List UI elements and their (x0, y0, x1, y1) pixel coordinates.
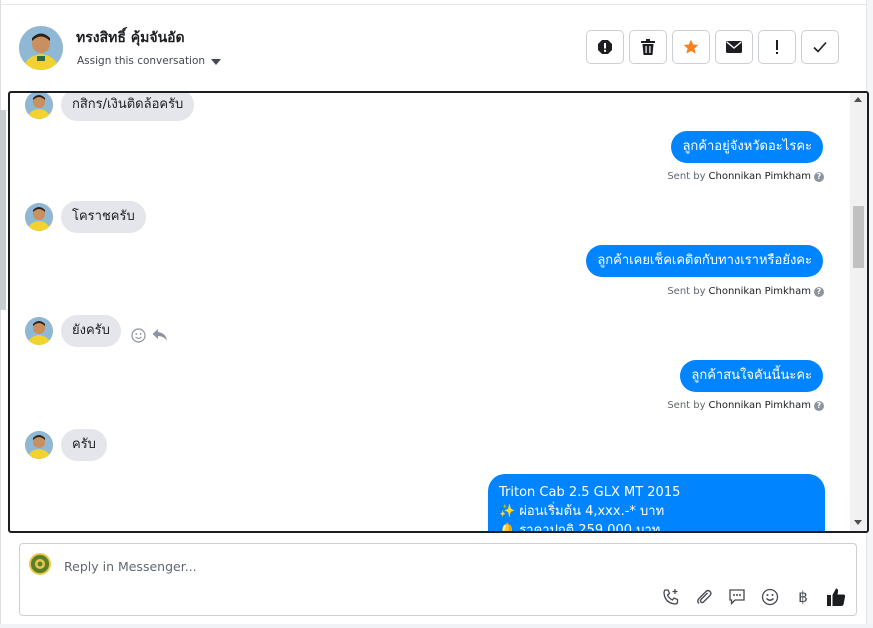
outgoing-message: ลูกค้าสนใจคันนี้นะคะ (680, 360, 823, 392)
left-scroll-rail[interactable] (0, 110, 6, 310)
sent-by-prefix: Sent by (667, 171, 706, 182)
call-add-icon[interactable] (661, 587, 681, 607)
help-icon[interactable]: ? (814, 400, 824, 411)
incoming-message: กสิกร/เงินติดล้อครับ (25, 93, 195, 121)
message-tools (131, 327, 168, 343)
follow-up-button[interactable] (758, 30, 796, 64)
message-bubble: ครับ (61, 429, 107, 461)
mark-spam-button[interactable] (586, 30, 624, 64)
star-button[interactable] (672, 30, 710, 64)
bottom-divider (0, 624, 873, 628)
mark-done-button[interactable] (801, 30, 839, 64)
contact-avatar-small (25, 93, 53, 119)
card-title: Triton Cab 2.5 GLX MT 2015 (499, 485, 681, 500)
sent-by-line: Sent by Chonnikan Pimkham ? (667, 171, 824, 182)
contact-avatar[interactable] (19, 26, 63, 70)
top-divider (0, 4, 873, 5)
contact-name: ทรงสิทธิ์ คุ้มจันอัด (76, 30, 185, 46)
quick-reply-icon[interactable] (727, 587, 747, 607)
page-avatar (29, 553, 51, 575)
star-icon (683, 39, 699, 54)
sent-by-prefix: Sent by (667, 400, 706, 411)
conversation-header: ทรงสิทธิ์ คุ้มจันอัด Assign this convers… (8, 8, 866, 88)
contact-avatar-small (25, 431, 53, 459)
outgoing-message: ลูกค้าเคยเช็คเคดิตกับทางเราหรือยังคะ (586, 245, 823, 277)
reply-composer: ฿ (19, 543, 857, 616)
trash-icon (641, 39, 655, 55)
card-line: ✨ ผ่อนเริ่มต้น 4,xxx.-* บาท (499, 504, 665, 519)
check-icon (813, 41, 827, 53)
product-card-message[interactable]: Triton Cab 2.5 GLX MT 2015 ✨ ผ่อนเริ่มต้… (488, 474, 825, 533)
message-bubble: โคราชครับ (61, 201, 146, 233)
sender-name: Chonnikan Pimkham (708, 286, 811, 297)
help-icon[interactable]: ? (814, 171, 824, 182)
message-bubble: ยังครับ (61, 315, 121, 347)
delete-button[interactable] (629, 30, 667, 64)
sent-by-line: Sent by Chonnikan Pimkham ? (667, 400, 824, 411)
reply-icon[interactable] (152, 328, 168, 342)
card-line: 🔔 ราคาปกติ 259,000 บาท (499, 523, 661, 533)
thumbs-up-icon[interactable] (826, 587, 846, 607)
thread-scrollbar[interactable] (850, 93, 867, 531)
paperclip-icon[interactable] (694, 587, 714, 607)
baht-icon[interactable]: ฿ (793, 587, 813, 607)
emoji-icon[interactable] (131, 327, 146, 343)
envelope-icon (726, 41, 742, 53)
conversation-actions (586, 30, 839, 64)
incoming-message: ครับ (25, 429, 107, 461)
exclamation-icon (776, 40, 778, 54)
reply-input[interactable] (64, 556, 764, 576)
sender-name: Chonnikan Pimkham (708, 400, 811, 411)
incoming-message: ยังครับ (25, 315, 168, 347)
assign-conversation-dropdown[interactable]: Assign this conversation (77, 55, 222, 67)
composer-toolbar: ฿ (661, 587, 846, 607)
contact-avatar-small (25, 203, 53, 231)
conversation-thread[interactable]: กสิกร/เงินติดล้อครับ ลูกค้าอยู่จังหวัดอะ… (8, 91, 869, 533)
message-bubble: กสิกร/เงินติดล้อครับ (61, 93, 195, 121)
alert-icon (598, 40, 612, 54)
sender-name: Chonnikan Pimkham (708, 171, 811, 182)
scroll-down-arrow-icon[interactable] (854, 520, 862, 525)
assign-label: Assign this conversation (77, 55, 206, 67)
outgoing-message: ลูกค้าอยู่จังหวัดอะไรคะ (671, 131, 823, 163)
scroll-up-arrow-icon[interactable] (854, 97, 862, 102)
incoming-message: โคราชครับ (25, 201, 146, 233)
help-icon[interactable]: ? (814, 286, 824, 297)
contact-avatar-small (25, 317, 53, 345)
mark-unread-button[interactable] (715, 30, 753, 64)
caret-down-icon (211, 58, 222, 65)
sent-by-line: Sent by Chonnikan Pimkham ? (667, 286, 824, 297)
sent-by-prefix: Sent by (667, 286, 706, 297)
scroll-thumb[interactable] (853, 206, 864, 268)
smiley-icon[interactable] (760, 587, 780, 607)
